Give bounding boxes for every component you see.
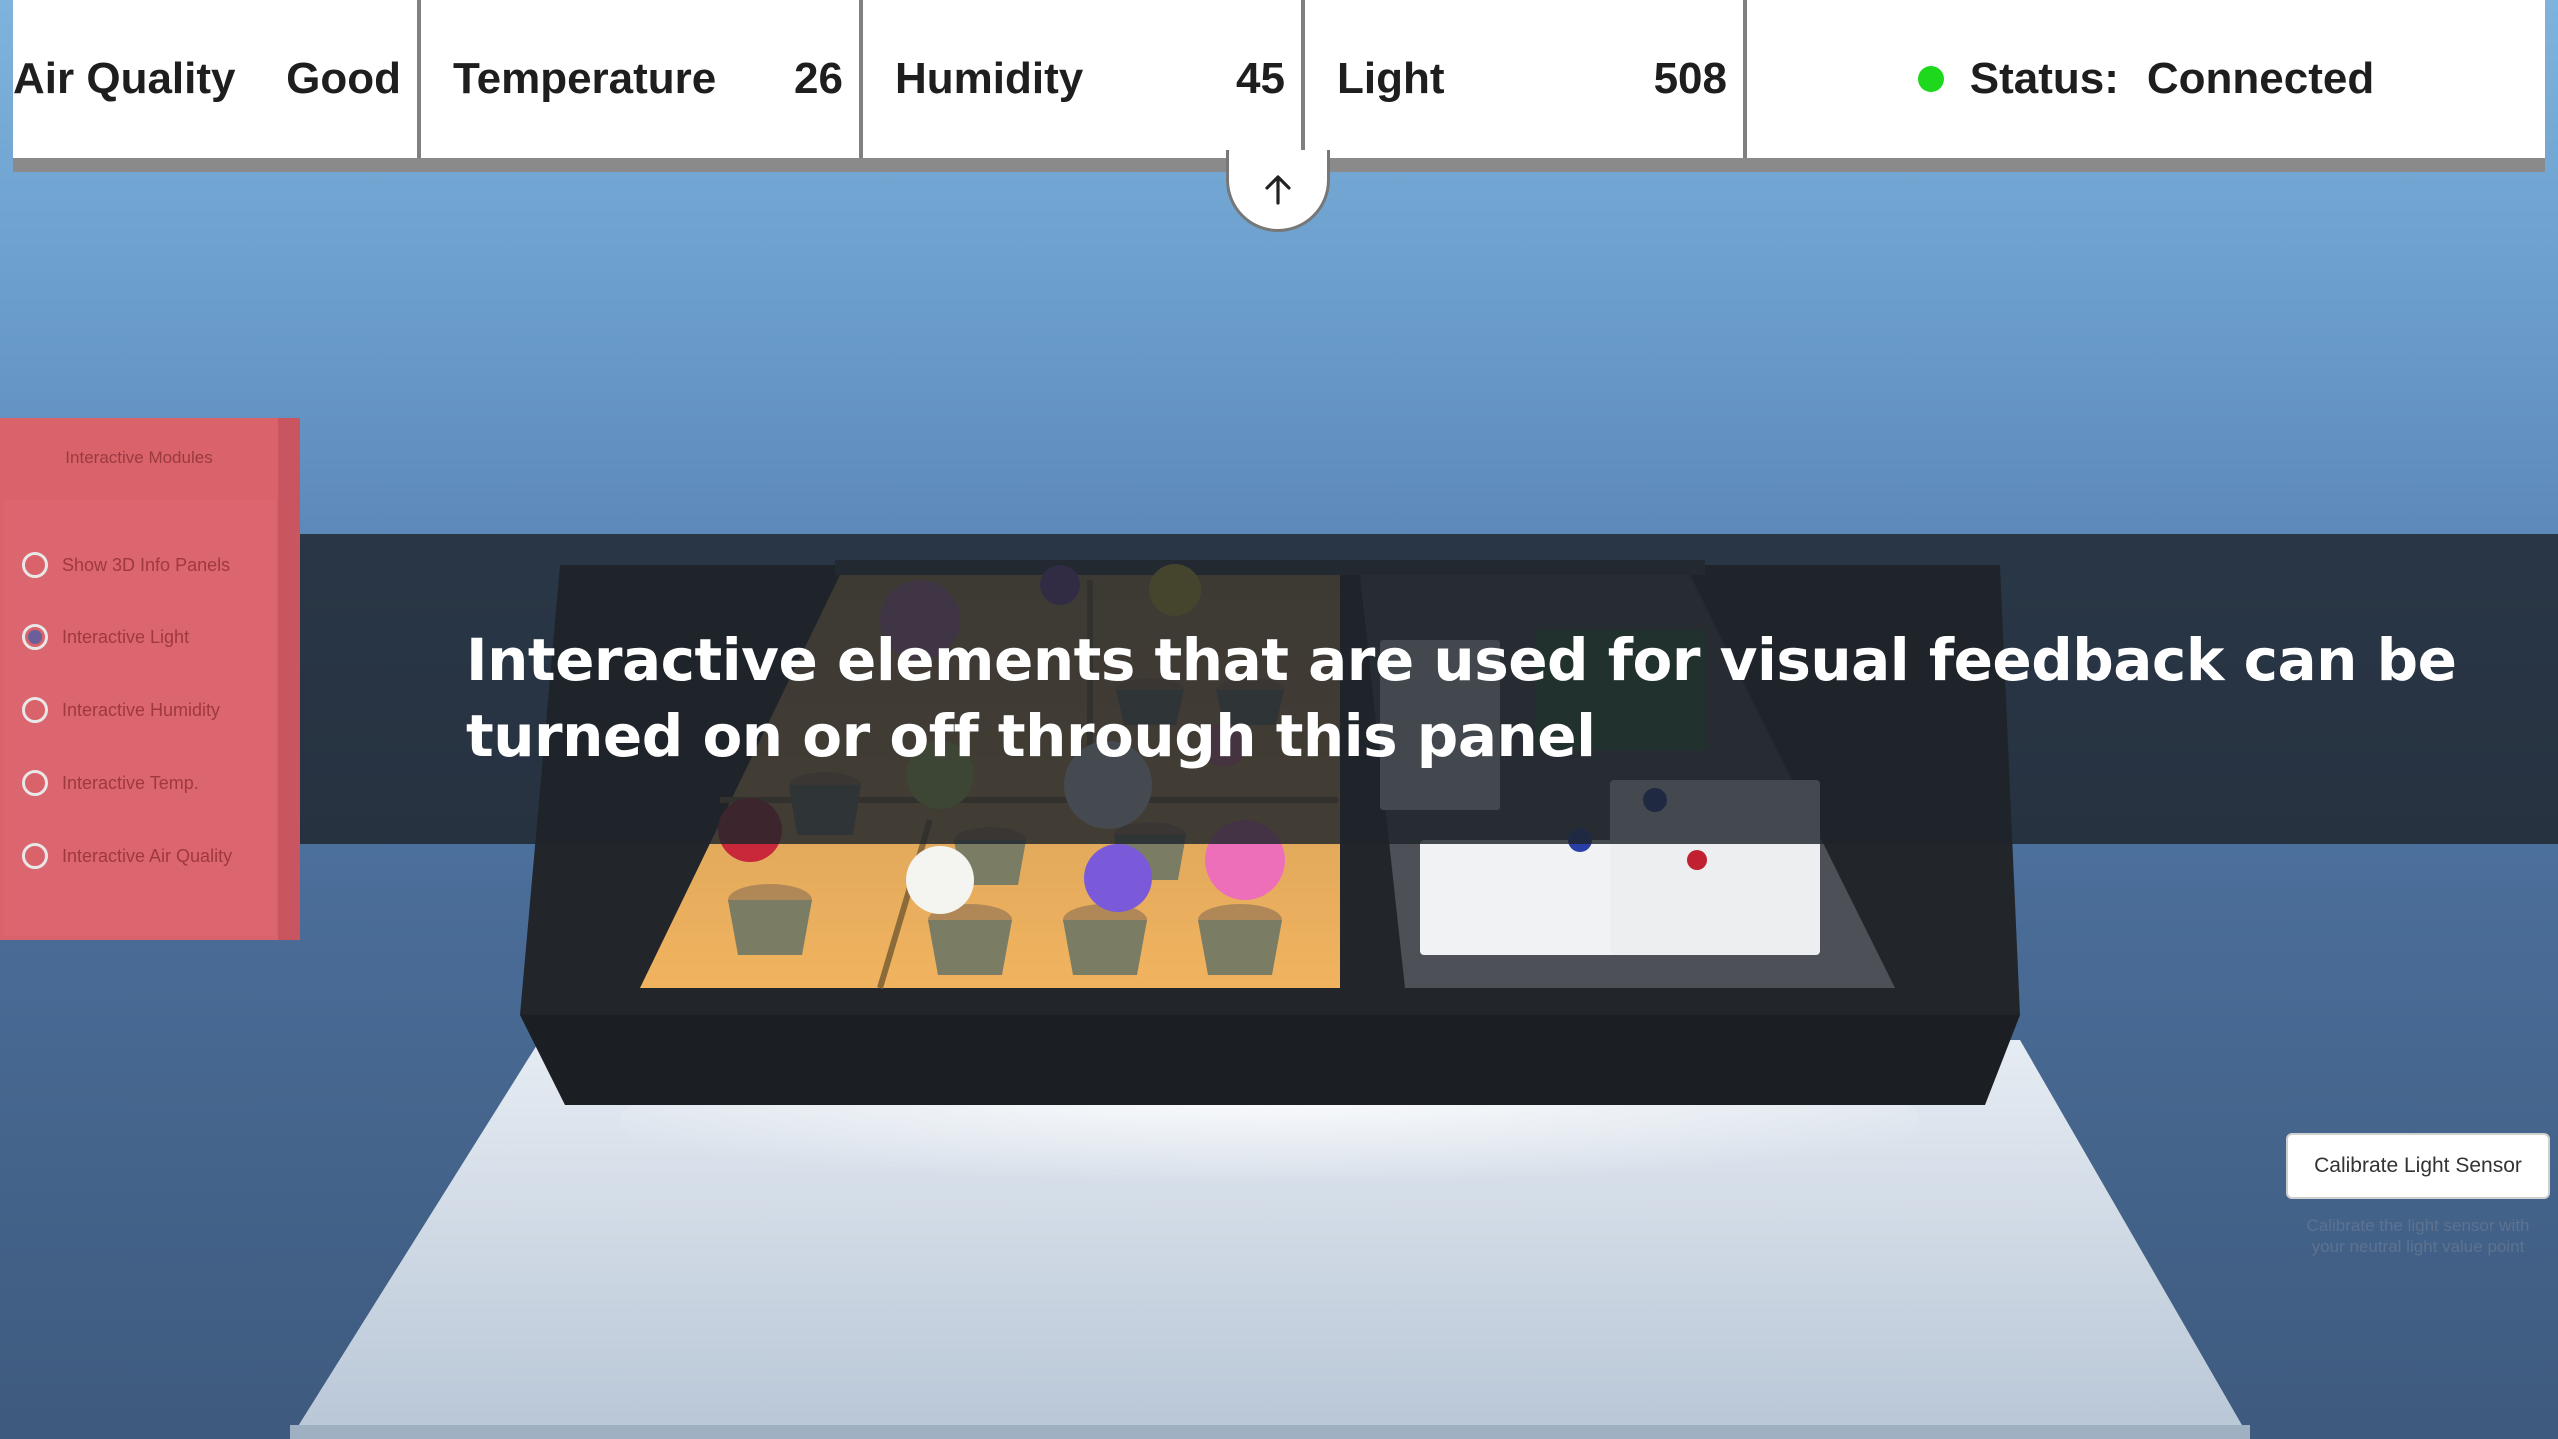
radio-button[interactable] <box>22 770 48 796</box>
status-label: Status: <box>1969 54 2119 103</box>
panel-scroll-edge <box>278 418 300 940</box>
interactive-modules-panel: Interactive Modules Show 3D Info Panels … <box>0 418 300 940</box>
light-value: 508 <box>1653 54 1727 103</box>
light-readout: Light 508 <box>1305 0 1747 158</box>
air-quality-readout: Air Quality Good <box>13 0 421 158</box>
radio-button-checked[interactable] <box>22 624 48 650</box>
modules-list: Show 3D Info Panels Interactive Light In… <box>4 500 276 936</box>
status-value: Connected <box>2146 54 2375 103</box>
option-label: Interactive Temp. <box>62 772 199 793</box>
option-label: Show 3D Info Panels <box>62 554 231 575</box>
radio-button[interactable] <box>22 552 48 578</box>
option-interactive-light[interactable]: Interactive Light <box>22 624 189 650</box>
option-label: Interactive Light <box>62 626 190 647</box>
humidity-value: 45 <box>1236 54 1285 103</box>
option-interactive-air-quality[interactable]: Interactive Air Quality <box>22 843 232 869</box>
calibrate-hint-line2: your neutral light value point <box>2311 1237 2525 1256</box>
option-interactive-humidity[interactable]: Interactive Humidity <box>22 697 220 723</box>
status-dot-icon <box>1917 66 1944 92</box>
calibrate-hint-line1: Calibrate the light sensor with <box>2306 1216 2530 1235</box>
tutorial-overlay[interactable]: Interactive elements that are used for v… <box>300 534 2558 844</box>
temperature-value: 26 <box>794 54 843 103</box>
option-interactive-temp[interactable]: Interactive Temp. <box>22 770 199 796</box>
air-quality-value: Good <box>286 54 401 103</box>
option-label: Interactive Humidity <box>62 699 221 720</box>
radio-button[interactable] <box>22 697 48 723</box>
humidity-readout: Humidity 45 <box>863 0 1305 158</box>
radio-button[interactable] <box>22 843 48 869</box>
sensor-bar: Air Quality Good Temperature 26 Humidity… <box>13 0 2545 172</box>
connection-status: Status: Connected <box>1747 0 2545 158</box>
arrow-up-icon <box>1265 174 1291 205</box>
light-label: Light <box>1337 54 1445 103</box>
calibrate-hint: Calibrate the light sensor with your neu… <box>2280 1215 2556 1257</box>
calibrate-light-sensor-button[interactable]: Calibrate Light Sensor <box>2286 1133 2550 1199</box>
tutorial-text: Interactive elements that are used for v… <box>466 626 2457 770</box>
option-show-3d-info-panels[interactable]: Show 3D Info Panels <box>22 552 230 578</box>
temperature-label: Temperature <box>453 54 717 103</box>
option-label: Interactive Air Quality <box>62 845 233 866</box>
humidity-label: Humidity <box>895 54 1084 103</box>
temperature-readout: Temperature 26 <box>421 0 863 158</box>
panel-title: Interactive Modules <box>65 448 213 467</box>
air-quality-label: Air Quality <box>13 54 236 103</box>
